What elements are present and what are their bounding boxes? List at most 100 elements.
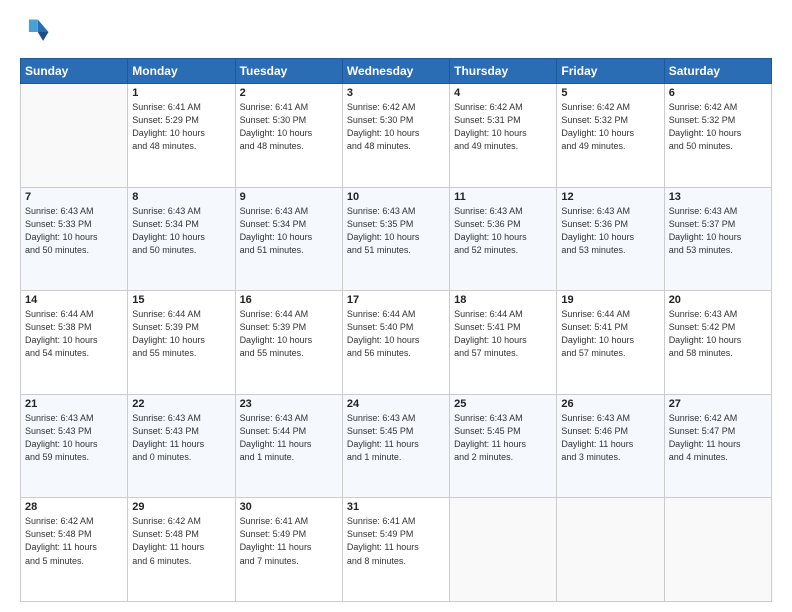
day-info: Sunrise: 6:43 AM Sunset: 5:43 PM Dayligh… [25, 412, 123, 464]
day-number: 27 [669, 398, 767, 410]
day-number: 4 [454, 87, 552, 99]
calendar-cell: 28 Sunrise: 6:42 AM Sunset: 5:48 PM Dayli… [21, 498, 128, 602]
day-info: Sunrise: 6:42 AM Sunset: 5:48 PM Dayligh… [132, 515, 230, 567]
calendar-header-wednesday: Wednesday [342, 59, 449, 84]
calendar-cell: 18 Sunrise: 6:44 AM Sunset: 5:41 PM Dayli… [450, 291, 557, 395]
calendar-cell: 19 Sunrise: 6:44 AM Sunset: 5:41 PM Dayli… [557, 291, 664, 395]
day-number: 31 [347, 501, 445, 513]
calendar-cell: 15Sunrise: 6:44 AM Sunset: 5:39 PM Dayli… [128, 291, 235, 395]
calendar-cell: 3 Sunrise: 6:42 AM Sunset: 5:30 PM Daylig… [342, 84, 449, 188]
logo [20, 16, 58, 48]
day-info: Sunrise: 6:43 AM Sunset: 5:42 PM Dayligh… [669, 308, 767, 360]
calendar-cell: 30 Sunrise: 6:41 AM Sunset: 5:49 PM Dayli… [235, 498, 342, 602]
day-info: Sunrise: 6:43 AM Sunset: 5:33 PM Dayligh… [25, 205, 123, 257]
day-number: 21 [25, 398, 123, 410]
day-info: Sunrise: 6:42 AM Sunset: 5:48 PM Dayligh… [25, 515, 123, 567]
calendar-cell: 12 Sunrise: 6:43 AM Sunset: 5:36 PM Dayli… [557, 187, 664, 291]
calendar-cell: 7 Sunrise: 6:43 AM Sunset: 5:33 PM Daylig… [21, 187, 128, 291]
day-number: 18 [454, 294, 552, 306]
day-number: 7 [25, 191, 123, 203]
day-info: Sunrise: 6:43 AM Sunset: 5:36 PM Dayligh… [561, 205, 659, 257]
day-info: Sunrise: 6:42 AM Sunset: 5:30 PM Dayligh… [347, 101, 445, 153]
day-info: Sunrise: 6:41 AM Sunset: 5:29 PM Dayligh… [132, 101, 230, 153]
calendar-cell: 6 Sunrise: 6:42 AM Sunset: 5:32 PM Daylig… [664, 84, 771, 188]
calendar-cell: 5 Sunrise: 6:42 AM Sunset: 5:32 PM Daylig… [557, 84, 664, 188]
calendar-cell: 16 Sunrise: 6:44 AM Sunset: 5:39 PM Dayli… [235, 291, 342, 395]
calendar-header-tuesday: Tuesday [235, 59, 342, 84]
day-number: 15 [132, 294, 230, 306]
day-info: Sunrise: 6:43 AM Sunset: 5:45 PM Dayligh… [347, 412, 445, 464]
calendar-row-0: 1Sunrise: 6:41 AM Sunset: 5:29 PM Daylig… [21, 84, 772, 188]
page: SundayMondayTuesdayWednesdayThursdayFrid… [0, 0, 792, 612]
day-info: Sunrise: 6:43 AM Sunset: 5:43 PM Dayligh… [132, 412, 230, 464]
day-number: 5 [561, 87, 659, 99]
day-info: Sunrise: 6:44 AM Sunset: 5:41 PM Dayligh… [561, 308, 659, 360]
logo-icon [20, 16, 52, 48]
day-info: Sunrise: 6:42 AM Sunset: 5:32 PM Dayligh… [669, 101, 767, 153]
day-info: Sunrise: 6:44 AM Sunset: 5:40 PM Dayligh… [347, 308, 445, 360]
day-number: 20 [669, 294, 767, 306]
calendar-cell: 23Sunrise: 6:43 AM Sunset: 5:44 PM Dayli… [235, 394, 342, 498]
calendar-cell: 17Sunrise: 6:44 AM Sunset: 5:40 PM Dayli… [342, 291, 449, 395]
day-number: 16 [240, 294, 338, 306]
calendar-cell [557, 498, 664, 602]
calendar-cell: 14Sunrise: 6:44 AM Sunset: 5:38 PM Dayli… [21, 291, 128, 395]
day-info: Sunrise: 6:42 AM Sunset: 5:47 PM Dayligh… [669, 412, 767, 464]
calendar-table: SundayMondayTuesdayWednesdayThursdayFrid… [20, 58, 772, 602]
calendar-cell: 9 Sunrise: 6:43 AM Sunset: 5:34 PM Daylig… [235, 187, 342, 291]
calendar-cell: 27 Sunrise: 6:42 AM Sunset: 5:47 PM Dayli… [664, 394, 771, 498]
calendar-row-1: 7 Sunrise: 6:43 AM Sunset: 5:33 PM Daylig… [21, 187, 772, 291]
calendar-cell [450, 498, 557, 602]
day-number: 3 [347, 87, 445, 99]
calendar-cell: 22 Sunrise: 6:43 AM Sunset: 5:43 PM Dayli… [128, 394, 235, 498]
day-number: 10 [347, 191, 445, 203]
calendar-cell: 10 Sunrise: 6:43 AM Sunset: 5:35 PM Dayli… [342, 187, 449, 291]
calendar-header-monday: Monday [128, 59, 235, 84]
calendar-cell: 2Sunrise: 6:41 AM Sunset: 5:30 PM Daylig… [235, 84, 342, 188]
day-number: 8 [132, 191, 230, 203]
calendar-cell: 4Sunrise: 6:42 AM Sunset: 5:31 PM Daylig… [450, 84, 557, 188]
day-info: Sunrise: 6:41 AM Sunset: 5:49 PM Dayligh… [347, 515, 445, 567]
calendar-cell [664, 498, 771, 602]
day-info: Sunrise: 6:43 AM Sunset: 5:34 PM Dayligh… [132, 205, 230, 257]
calendar-cell: 24 Sunrise: 6:43 AM Sunset: 5:45 PM Dayli… [342, 394, 449, 498]
day-number: 23 [240, 398, 338, 410]
day-number: 24 [347, 398, 445, 410]
day-number: 12 [561, 191, 659, 203]
day-number: 6 [669, 87, 767, 99]
day-info: Sunrise: 6:41 AM Sunset: 5:49 PM Dayligh… [240, 515, 338, 567]
day-number: 9 [240, 191, 338, 203]
calendar-cell: 31 Sunrise: 6:41 AM Sunset: 5:49 PM Dayli… [342, 498, 449, 602]
day-info: Sunrise: 6:42 AM Sunset: 5:32 PM Dayligh… [561, 101, 659, 153]
calendar-header-saturday: Saturday [664, 59, 771, 84]
calendar-cell: 26Sunrise: 6:43 AM Sunset: 5:46 PM Dayli… [557, 394, 664, 498]
calendar-cell: 29Sunrise: 6:42 AM Sunset: 5:48 PM Dayli… [128, 498, 235, 602]
day-number: 30 [240, 501, 338, 513]
day-info: Sunrise: 6:43 AM Sunset: 5:34 PM Dayligh… [240, 205, 338, 257]
day-number: 19 [561, 294, 659, 306]
calendar-cell: 8 Sunrise: 6:43 AM Sunset: 5:34 PM Daylig… [128, 187, 235, 291]
calendar-header-thursday: Thursday [450, 59, 557, 84]
day-info: Sunrise: 6:43 AM Sunset: 5:36 PM Dayligh… [454, 205, 552, 257]
day-info: Sunrise: 6:43 AM Sunset: 5:35 PM Dayligh… [347, 205, 445, 257]
calendar-header-sunday: Sunday [21, 59, 128, 84]
day-info: Sunrise: 6:44 AM Sunset: 5:38 PM Dayligh… [25, 308, 123, 360]
calendar-cell: 13 Sunrise: 6:43 AM Sunset: 5:37 PM Dayli… [664, 187, 771, 291]
calendar-cell: 21 Sunrise: 6:43 AM Sunset: 5:43 PM Dayli… [21, 394, 128, 498]
calendar-cell: 20 Sunrise: 6:43 AM Sunset: 5:42 PM Dayli… [664, 291, 771, 395]
calendar-cell: 25Sunrise: 6:43 AM Sunset: 5:45 PM Dayli… [450, 394, 557, 498]
day-info: Sunrise: 6:43 AM Sunset: 5:37 PM Dayligh… [669, 205, 767, 257]
day-number: 13 [669, 191, 767, 203]
day-number: 22 [132, 398, 230, 410]
day-number: 28 [25, 501, 123, 513]
day-number: 25 [454, 398, 552, 410]
calendar-header-row: SundayMondayTuesdayWednesdayThursdayFrid… [21, 59, 772, 84]
day-info: Sunrise: 6:44 AM Sunset: 5:39 PM Dayligh… [240, 308, 338, 360]
calendar-header-friday: Friday [557, 59, 664, 84]
day-number: 11 [454, 191, 552, 203]
calendar-cell: 11 Sunrise: 6:43 AM Sunset: 5:36 PM Dayli… [450, 187, 557, 291]
calendar-row-4: 28 Sunrise: 6:42 AM Sunset: 5:48 PM Dayli… [21, 498, 772, 602]
day-info: Sunrise: 6:41 AM Sunset: 5:30 PM Dayligh… [240, 101, 338, 153]
day-info: Sunrise: 6:44 AM Sunset: 5:41 PM Dayligh… [454, 308, 552, 360]
calendar-row-2: 14Sunrise: 6:44 AM Sunset: 5:38 PM Dayli… [21, 291, 772, 395]
